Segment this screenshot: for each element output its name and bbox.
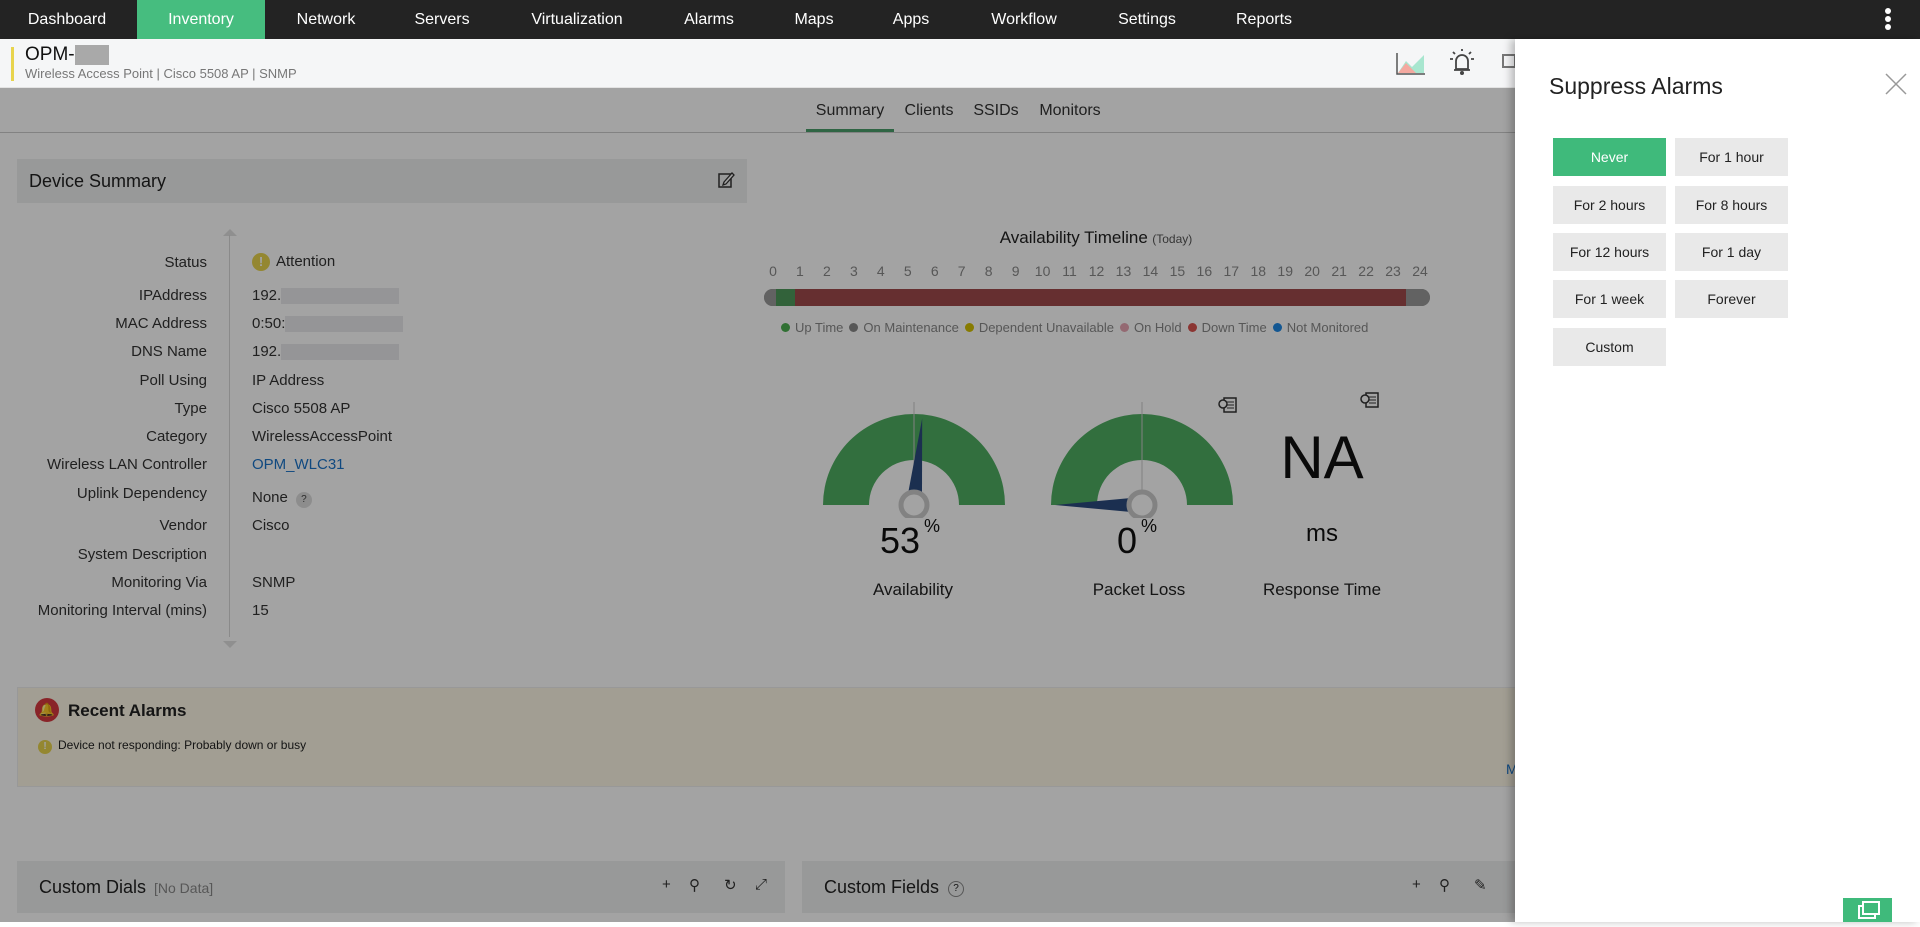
suppress-1-week-button[interactable]: For 1 week xyxy=(1553,280,1666,318)
redacted-mask xyxy=(74,44,109,65)
device-subtitle: Wireless Access Point | Cisco 5508 AP | … xyxy=(25,66,297,81)
alarm-bell-icon[interactable] xyxy=(1447,47,1477,77)
device-name: OPM- xyxy=(25,44,75,65)
nav-dashboard[interactable]: Dashboard xyxy=(18,0,116,39)
suppress-forever-button[interactable]: Forever xyxy=(1675,280,1788,318)
suppress-2-hours-button[interactable]: For 2 hours xyxy=(1553,186,1666,224)
performance-chart-icon[interactable] xyxy=(1396,51,1426,75)
chat-icon xyxy=(1858,901,1880,919)
suppress-alarms-title: Suppress Alarms xyxy=(1549,73,1723,99)
nav-network[interactable]: Network xyxy=(287,0,366,39)
modal-overlay[interactable] xyxy=(0,88,1515,922)
suppress-1-day-button[interactable]: For 1 day xyxy=(1675,233,1788,271)
chat-button[interactable] xyxy=(1843,898,1892,922)
device-title: OPM- xyxy=(25,44,109,66)
status-color-bar xyxy=(11,47,14,81)
suppress-1-hour-button[interactable]: For 1 hour xyxy=(1675,138,1788,176)
nav-alarms[interactable]: Alarms xyxy=(674,0,744,39)
nav-inventory[interactable]: Inventory xyxy=(137,0,265,39)
suppress-12-hours-button[interactable]: For 12 hours xyxy=(1553,233,1666,271)
nav-workflow[interactable]: Workflow xyxy=(981,0,1067,39)
nav-reports[interactable]: Reports xyxy=(1226,0,1302,39)
nav-settings[interactable]: Settings xyxy=(1108,0,1186,39)
suppress-custom-button[interactable]: Custom xyxy=(1553,328,1666,366)
more-menu-icon[interactable] xyxy=(1882,6,1894,34)
suppress-alarms-panel: Suppress Alarms Never For 1 hour For 2 h… xyxy=(1515,39,1920,922)
suppress-8-hours-button[interactable]: For 8 hours xyxy=(1675,186,1788,224)
nav-maps[interactable]: Maps xyxy=(784,0,843,39)
top-nav: Dashboard Inventory Network Servers Virt… xyxy=(0,0,1920,39)
close-icon[interactable] xyxy=(1883,71,1909,97)
nav-servers[interactable]: Servers xyxy=(404,0,479,39)
nav-virtualization[interactable]: Virtualization xyxy=(521,0,632,39)
nav-apps[interactable]: Apps xyxy=(883,0,939,39)
suppress-never-button[interactable]: Never xyxy=(1553,138,1666,176)
